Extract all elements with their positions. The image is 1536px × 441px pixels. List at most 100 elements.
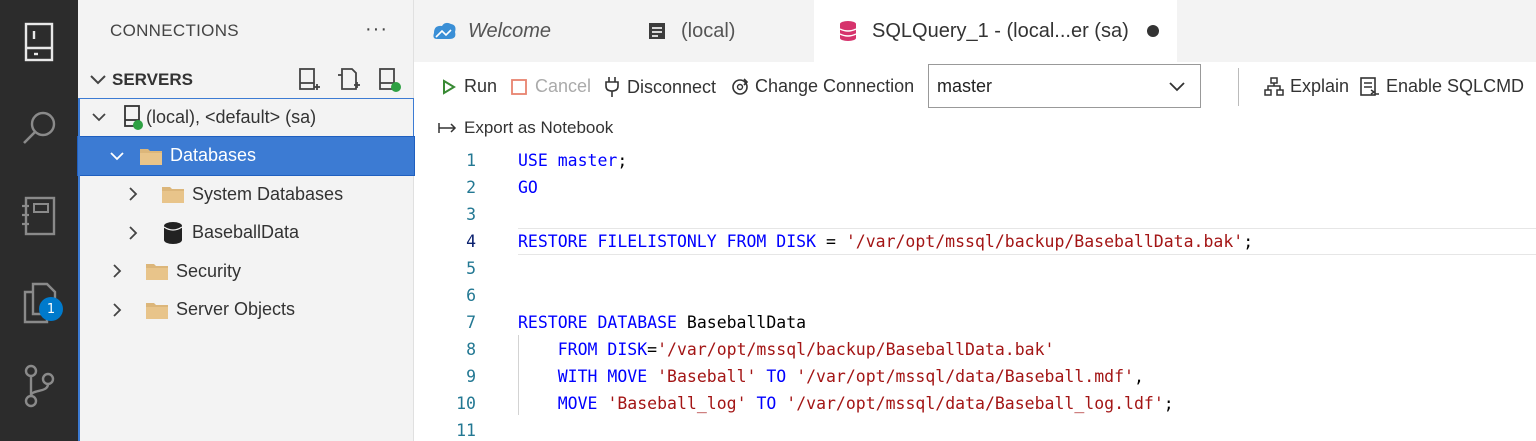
line-number: 4: [466, 232, 476, 251]
tree-item-security[interactable]: Security: [78, 252, 414, 291]
sidebar-title: CONNECTIONS: [110, 21, 239, 40]
code-line: 5: [414, 255, 1536, 282]
run-button[interactable]: Run: [442, 76, 497, 97]
servers-section-header[interactable]: SERVERS: [78, 62, 414, 98]
play-icon: [443, 78, 456, 95]
tree-item-label: Security: [176, 260, 242, 281]
disconnect-button[interactable]: Disconnect: [604, 76, 716, 98]
new-connection-icon[interactable]: [296, 67, 322, 93]
explain-button[interactable]: Explain: [1264, 76, 1349, 97]
chevron-down-icon: [1169, 82, 1185, 92]
database-select-value: master: [937, 75, 993, 96]
run-label: Run: [464, 76, 498, 96]
explain-plan-icon: [1264, 76, 1284, 96]
enable-sqlcmd-button[interactable]: Enable SQLCMD: [1360, 76, 1524, 97]
tree-item-label: BaseballData: [192, 222, 300, 243]
code-token: FROM DISK: [557, 340, 648, 359]
code-token: USE master: [518, 151, 618, 170]
code-line: 1 USE master;: [414, 147, 1536, 174]
plug-icon: [605, 77, 619, 97]
line-number: 9: [466, 367, 476, 386]
code-line: 7 RESTORE DATABASE BaseballData: [414, 309, 1536, 336]
tab-label: Welcome: [468, 19, 551, 42]
code-token: ,: [1133, 367, 1144, 386]
folder-icon: [144, 258, 170, 284]
explain-label: Explain: [1290, 76, 1350, 96]
tree-item-server-objects[interactable]: Server Objects: [78, 291, 414, 330]
server-tree: (local), <default> (sa) Databases System…: [77, 98, 415, 330]
chevron-down-icon[interactable]: [106, 145, 128, 167]
chevron-right-icon[interactable]: [122, 222, 144, 244]
tab-welcome[interactable]: Welcome: [414, 0, 621, 62]
tree-item-databases[interactable]: Databases: [77, 135, 415, 176]
connections-sidebar: CONNECTIONS ··· SERVERS (local), <defaul…: [77, 0, 415, 441]
export-notebook-button[interactable]: Export as Notebook: [414, 112, 613, 144]
export-notebook-label: Export as Notebook: [464, 118, 614, 137]
tree-item-system-databases[interactable]: System Databases: [78, 175, 414, 214]
tab-sqlquery-1[interactable]: SQLQuery_1 - (local...er (sa): [814, 0, 1177, 62]
active-connections-icon[interactable]: [376, 67, 402, 93]
query-toolbar: Run Cancel Disconnect Change Connection …: [414, 62, 1536, 112]
code-token: =: [647, 340, 658, 359]
code-line: 3: [414, 201, 1536, 228]
code-token: 'Baseball': [657, 367, 757, 386]
explorer-icon[interactable]: 1: [0, 272, 78, 332]
enable-sqlcmd-label: Enable SQLCMD: [1386, 76, 1525, 96]
notification-badge: 1: [39, 297, 63, 321]
code-token: BaseballData: [676, 313, 807, 332]
code-token: TO: [766, 367, 787, 386]
chevron-down-icon[interactable]: [88, 106, 110, 128]
welcome-icon: [430, 17, 458, 45]
code-line: 9 WITH MOVE 'Baseball' TO '/var/opt/mssq…: [414, 363, 1536, 390]
notebook-icon[interactable]: [0, 186, 78, 246]
tree-item-label: Databases: [170, 145, 257, 166]
search-icon[interactable]: [0, 98, 78, 158]
folder-icon: [160, 181, 186, 207]
code-token: '/var/opt/mssql/backup/BaseballData.bak': [657, 340, 1055, 359]
source-control-icon[interactable]: [0, 356, 78, 416]
line-number: 7: [466, 313, 476, 332]
folder-icon: [144, 297, 170, 323]
change-connection-icon: [732, 77, 749, 95]
code-token: WITH MOVE: [557, 367, 648, 386]
tab-local[interactable]: (local): [621, 0, 814, 62]
toolbar-separator: [1238, 68, 1239, 106]
sql-editor[interactable]: 1 USE master; 2 GO 3 4 RESTORE FILELISTO…: [414, 146, 1536, 441]
database-select[interactable]: master: [928, 64, 1201, 108]
database-icon: [834, 17, 862, 45]
disconnect-label: Disconnect: [627, 76, 717, 97]
new-server-group-icon[interactable]: [336, 67, 362, 93]
chevron-down-icon: [90, 75, 106, 85]
server-connected-icon: [120, 104, 146, 131]
code-token: '/var/opt/mssql/data/Baseball_log.ldf': [786, 394, 1164, 413]
code-line: 6: [414, 282, 1536, 309]
tab-label: (local): [681, 19, 736, 42]
more-actions-button[interactable]: ···: [365, 18, 388, 41]
line-number: 8: [466, 340, 476, 359]
activity-bar: 1: [0, 0, 78, 441]
code-token: ;: [617, 151, 628, 170]
chevron-right-icon[interactable]: [106, 299, 128, 321]
code-token: TO: [756, 394, 777, 413]
sidebar-header: CONNECTIONS ···: [78, 0, 414, 62]
unsaved-dot-icon[interactable]: [1146, 25, 1159, 37]
chevron-right-icon[interactable]: [122, 183, 144, 205]
chevron-right-icon[interactable]: [106, 260, 128, 282]
tab-label: SQLQuery_1 - (local...er (sa): [872, 19, 1129, 42]
cancel-label: Cancel: [535, 76, 592, 96]
line-number: 6: [466, 286, 476, 305]
code-token: RESTORE FILELISTONLY FROM DISK: [518, 232, 817, 251]
export-arrow-icon: [438, 123, 457, 133]
tree-item-baseballdata[interactable]: BaseballData: [78, 214, 414, 253]
tree-item-label: (local), <default> (sa): [146, 106, 317, 127]
editor-tabs: Welcome (local) SQLQuery_1 - (local...er…: [414, 0, 1536, 62]
code-token: RESTORE DATABASE: [518, 313, 677, 332]
code-line: 2 GO: [414, 174, 1536, 201]
change-connection-button[interactable]: Change Connection: [730, 76, 914, 97]
code-token: =: [816, 232, 846, 251]
database-icon: [160, 220, 186, 246]
tree-item-local-server[interactable]: (local), <default> (sa): [78, 98, 414, 137]
line-number: 2: [466, 178, 476, 197]
servers-icon[interactable]: [0, 12, 78, 72]
cancel-button[interactable]: Cancel: [510, 76, 591, 97]
